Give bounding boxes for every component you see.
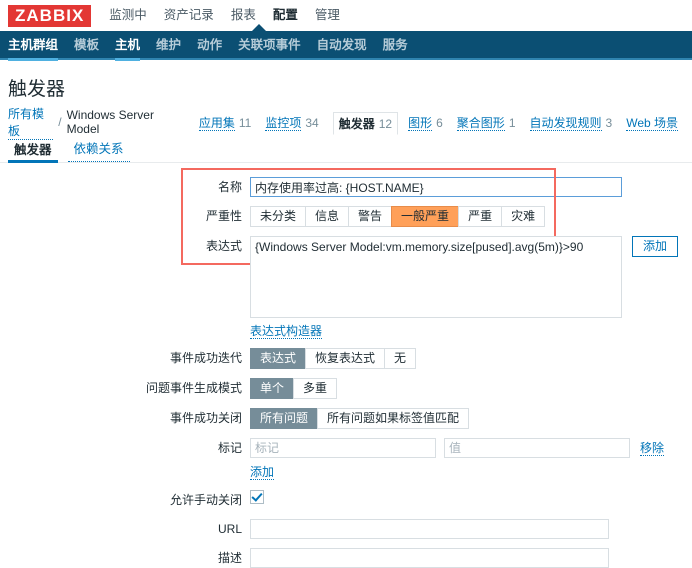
form-row-expression: 表达式 {Windows Server Model:vm.memory.size… [0, 236, 692, 339]
event-generation-option-none[interactable]: 无 [384, 348, 417, 369]
breadcrumb-discovery-rules-link[interactable]: 自动发现规则 [529, 115, 602, 131]
breadcrumb-all-templates[interactable]: 所有模板 [8, 105, 54, 140]
breadcrumb-graphs-link[interactable]: 图形 [408, 115, 433, 131]
form-row-description: 描述 [0, 548, 692, 568]
problem-event-mode-label: 问题事件生成模式 [145, 381, 242, 395]
page-title: 触发器 [8, 79, 66, 100]
tag-row: 移除 [250, 438, 665, 458]
breadcrumb-applications-link[interactable]: 应用集 [198, 115, 235, 131]
severity-option-not-classified[interactable]: 未分类 [250, 206, 306, 227]
url-input[interactable] [250, 519, 609, 539]
breadcrumb-screens-link[interactable]: 聚合图形 [456, 115, 505, 131]
breadcrumb-triggers-count: 12 [378, 116, 393, 131]
event-close-option-tag-match[interactable]: 所有问题如果标签值匹配 [317, 408, 470, 429]
tag-add-link[interactable]: 添加 [250, 465, 275, 480]
event-generation-label: 事件成功迭代 [169, 351, 242, 365]
description-label: 描述 [217, 551, 242, 565]
form-row-manual-close: 允许手动关闭 [0, 490, 692, 510]
breadcrumb-item-screens[interactable]: 聚合图形 1 [456, 114, 516, 131]
breadcrumb-item-web-scenarios[interactable]: Web 场景 [626, 114, 678, 131]
event-close-option-all-problems[interactable]: 所有问题 [250, 408, 318, 429]
subnav-item-templates[interactable]: 模板 [74, 31, 99, 60]
problem-event-mode-option-single[interactable]: 单个 [250, 378, 294, 399]
form-row-tags: 标记 移除 添加 [0, 438, 692, 480]
subnav-item-maintenance[interactable]: 维护 [156, 31, 181, 60]
tag-key-input[interactable] [250, 438, 436, 458]
tag-remove-link[interactable]: 移除 [640, 441, 665, 456]
tab-dependencies[interactable]: 依赖关系 [67, 138, 130, 162]
event-generation-button-group: 表达式 恢复表达式 无 [250, 348, 417, 369]
form-tab-strip: 触发器 依赖关系 [0, 139, 692, 163]
trigger-form: 名称 严重性 未分类 信息 警告 一般严重 严重 灾难 表达式 {Windows… [0, 163, 692, 568]
problem-event-mode-option-multiple[interactable]: 多重 [293, 378, 338, 399]
breadcrumb-item-graphs[interactable]: 图形 6 [408, 114, 443, 131]
main-menu-item-configuration[interactable]: 配置 [273, 0, 298, 31]
breadcrumb-web-scenarios-link[interactable]: Web 场景 [626, 115, 678, 131]
event-generation-option-recovery-expression[interactable]: 恢复表达式 [305, 348, 385, 369]
problem-event-mode-button-group: 单个 多重 [250, 378, 338, 399]
tags-label: 标记 [217, 441, 242, 455]
zabbix-logo[interactable]: ZABBIX [8, 4, 92, 27]
breadcrumb-item-discovery-rules[interactable]: 自动发现规则 3 [529, 114, 613, 131]
expression-constructor-link[interactable]: 表达式构造器 [250, 324, 323, 339]
main-menu-item-administration[interactable]: 管理 [315, 0, 340, 31]
subnav-item-correlation[interactable]: 关联项事件 [238, 31, 301, 60]
top-header-bar: ZABBIX 监测中 资产记录 报表 配置 管理 [0, 0, 692, 31]
breadcrumb-separator: / [58, 115, 62, 129]
subnav-item-host-groups[interactable]: 主机群组 [8, 31, 59, 61]
subnav-underline [0, 58, 692, 60]
sub-navigation-bar: 主机群组 模板 主机 维护 动作 关联项事件 自动发现 服务 [0, 24, 692, 61]
event-close-label: 事件成功关闭 [169, 411, 242, 425]
breadcrumb-discovery-rules-count: 3 [605, 115, 613, 130]
description-input[interactable] [250, 548, 609, 568]
breadcrumb-triggers-label: 触发器 [338, 116, 375, 131]
manual-close-checkbox[interactable] [250, 490, 264, 504]
form-row-name: 名称 [0, 177, 692, 197]
tag-value-input[interactable] [444, 438, 630, 458]
subnav-item-hosts[interactable]: 主机 [115, 31, 141, 61]
breadcrumb-items-count: 34 [305, 115, 319, 130]
subnav-item-actions[interactable]: 动作 [197, 31, 222, 60]
tab-trigger[interactable]: 触发器 [8, 139, 58, 163]
main-menu-item-monitoring[interactable]: 监测中 [109, 0, 147, 31]
name-input[interactable] [250, 177, 622, 197]
severity-option-average[interactable]: 一般严重 [391, 206, 459, 227]
subnav-item-discovery[interactable]: 自动发现 [317, 31, 367, 60]
form-row-event-generation: 事件成功迭代 表达式 恢复表达式 无 [0, 348, 692, 369]
severity-option-high[interactable]: 严重 [458, 206, 502, 227]
expression-add-button[interactable]: 添加 [632, 236, 679, 257]
severity-button-group: 未分类 信息 警告 一般严重 严重 灾难 [250, 206, 546, 227]
main-menu: 监测中 资产记录 报表 配置 管理 [109, 0, 340, 31]
name-label: 名称 [217, 180, 242, 194]
severity-option-disaster[interactable]: 灾难 [501, 206, 546, 227]
form-row-severity: 严重性 未分类 信息 警告 一般严重 严重 灾难 [0, 206, 692, 227]
expression-textarea[interactable]: {Windows Server Model:vm.memory.size[pus… [250, 236, 622, 318]
event-generation-option-expression[interactable]: 表达式 [250, 348, 306, 369]
severity-label: 严重性 [205, 209, 242, 223]
breadcrumb-template-name: Windows Server Model [66, 108, 154, 136]
manual-close-label: 允许手动关闭 [169, 493, 242, 507]
main-menu-item-inventory[interactable]: 资产记录 [164, 0, 214, 31]
form-row-event-close: 事件成功关闭 所有问题 所有问题如果标签值匹配 [0, 408, 692, 429]
expression-label: 表达式 [205, 239, 242, 253]
breadcrumb-item-items[interactable]: 监控项 34 [265, 114, 319, 131]
breadcrumb-graphs-count: 6 [436, 115, 443, 130]
breadcrumb-item-triggers[interactable]: 触发器 12 [332, 111, 399, 135]
form-row-url: URL [0, 519, 692, 539]
breadcrumb-item-applications[interactable]: 应用集 11 [198, 114, 252, 131]
url-label: URL [217, 522, 242, 536]
breadcrumb-applications-count: 11 [238, 115, 252, 130]
severity-option-information[interactable]: 信息 [305, 206, 349, 227]
form-row-problem-event-mode: 问题事件生成模式 单个 多重 [0, 378, 692, 399]
event-close-button-group: 所有问题 所有问题如果标签值匹配 [250, 408, 470, 429]
subnav-item-services[interactable]: 服务 [383, 31, 408, 60]
breadcrumb-screens-count: 1 [508, 115, 516, 130]
breadcrumb: 所有模板 / Windows Server Model 应用集 11 监控项 34 … [0, 107, 692, 140]
severity-option-warning[interactable]: 警告 [348, 206, 392, 227]
breadcrumb-items-link[interactable]: 监控项 [265, 115, 302, 131]
